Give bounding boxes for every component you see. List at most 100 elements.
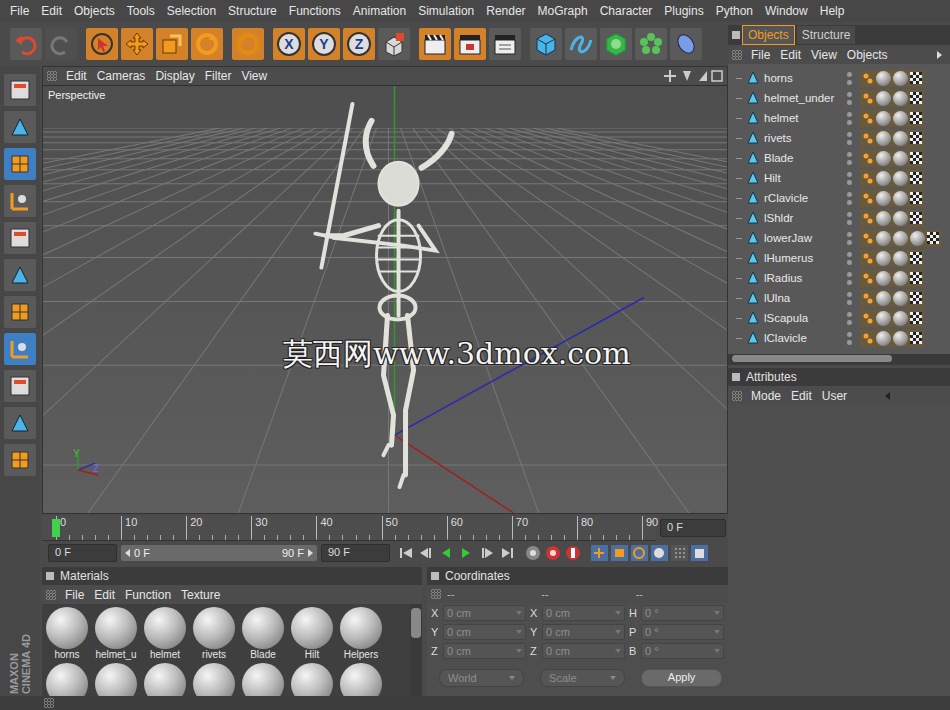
object-row[interactable]: lUlna — [728, 288, 950, 308]
array-icon[interactable] — [635, 28, 667, 60]
attributes-menu-item[interactable]: Mode — [746, 389, 786, 403]
phong-tag-icon[interactable] — [862, 171, 874, 185]
material-swatch[interactable]: helmet_u — [93, 607, 139, 660]
object-row[interactable]: lowerJaw — [728, 228, 950, 248]
materials-menu-item[interactable]: Texture — [176, 588, 225, 602]
grip-icon[interactable] — [431, 589, 441, 599]
material-tag-icon[interactable] — [893, 251, 908, 266]
object-row[interactable]: lRadius — [728, 268, 950, 288]
panel-tab[interactable]: Structure — [797, 26, 856, 44]
material-swatch[interactable]: Blade — [240, 607, 286, 660]
material-swatch[interactable] — [191, 663, 237, 696]
object-row[interactable]: lScapula — [728, 308, 950, 328]
mode-tool-icon[interactable] — [4, 74, 36, 106]
end-frame-field[interactable]: 90 F — [321, 544, 390, 562]
mode-tool-icon[interactable] — [4, 259, 36, 291]
material-swatch[interactable]: Helpers — [338, 607, 384, 660]
coordinate-field[interactable]: 0 cm — [443, 605, 526, 621]
menu-item[interactable]: Plugins — [658, 4, 709, 18]
render-view-icon[interactable] — [419, 28, 451, 60]
material-swatch[interactable] — [338, 663, 384, 696]
panel-tab[interactable]: Objects — [742, 25, 795, 45]
viewport-menu-item[interactable]: Display — [150, 69, 199, 83]
phong-tag-icon[interactable] — [862, 71, 874, 85]
3d-viewport[interactable]: Perspective Y Z 莫西网www.3dmox.com — [43, 85, 727, 513]
material-swatch[interactable] — [93, 663, 139, 696]
axis-lock-button[interactable]: Y — [308, 28, 340, 60]
mode-tool-icon[interactable] — [4, 407, 36, 439]
coordinate-system-icon[interactable] — [378, 28, 410, 60]
spline-icon[interactable] — [565, 28, 597, 60]
uv-tag-icon[interactable] — [910, 152, 922, 164]
visibility-dots-icon[interactable] — [842, 92, 856, 105]
menu-item[interactable]: Animation — [347, 4, 412, 18]
record-buttons-icon[interactable] — [524, 544, 584, 562]
visibility-dots-icon[interactable] — [842, 152, 856, 165]
material-tag-icon[interactable] — [910, 231, 925, 246]
phong-tag-icon[interactable] — [862, 91, 874, 105]
visibility-dots-icon[interactable] — [842, 192, 856, 205]
menu-item[interactable]: Python — [710, 4, 759, 18]
mode-tool-icon[interactable] — [4, 185, 36, 217]
attributes-menu-item[interactable]: Edit — [786, 389, 817, 403]
live-rotate-icon[interactable] — [232, 28, 264, 60]
mode-dropdown[interactable]: World — [439, 669, 524, 687]
uv-tag-icon[interactable] — [910, 132, 922, 144]
mode-tool-icon[interactable] — [4, 333, 36, 365]
scale-icon[interactable] — [156, 28, 188, 60]
preview-range-slider[interactable]: 0 F 90 F — [121, 545, 317, 561]
coordinate-field[interactable]: 0 cm — [443, 624, 526, 640]
materials-menu-item[interactable]: Edit — [89, 588, 120, 602]
uv-tag-icon[interactable] — [927, 232, 939, 244]
material-tag-icon[interactable] — [876, 211, 891, 226]
visibility-dots-icon[interactable] — [842, 132, 856, 145]
uv-tag-icon[interactable] — [910, 332, 922, 344]
select-icon[interactable] — [86, 28, 118, 60]
object-row[interactable]: helmet — [728, 108, 950, 128]
current-frame-field[interactable]: 0 F — [660, 519, 726, 537]
material-tag-icon[interactable] — [893, 331, 908, 346]
material-swatch[interactable] — [289, 663, 335, 696]
uv-tag-icon[interactable] — [910, 172, 922, 184]
viewport-menu-item[interactable]: View — [236, 69, 272, 83]
playhead[interactable] — [52, 519, 60, 537]
object-row[interactable]: rClavicle — [728, 188, 950, 208]
visibility-dots-icon[interactable] — [842, 112, 856, 125]
objects-menu-item[interactable]: View — [806, 48, 842, 62]
material-swatch[interactable] — [240, 663, 286, 696]
visibility-dots-icon[interactable] — [842, 252, 856, 265]
visibility-dots-icon[interactable] — [842, 312, 856, 325]
material-tag-icon[interactable] — [893, 171, 908, 186]
menu-item[interactable]: Render — [480, 4, 531, 18]
phong-tag-icon[interactable] — [862, 231, 874, 245]
coordinate-field[interactable]: 0 cm — [443, 643, 526, 659]
grip-icon[interactable] — [46, 590, 56, 600]
grip-icon[interactable] — [732, 391, 742, 401]
uv-tag-icon[interactable] — [910, 272, 922, 284]
object-row[interactable]: lHumerus — [728, 248, 950, 268]
materials-menu-item[interactable]: Function — [120, 588, 176, 602]
phong-tag-icon[interactable] — [862, 331, 874, 345]
material-tag-icon[interactable] — [876, 131, 891, 146]
visibility-dots-icon[interactable] — [842, 72, 856, 85]
scrollbar[interactable] — [410, 604, 422, 696]
deformer-icon[interactable] — [670, 28, 702, 60]
material-tag-icon[interactable] — [876, 191, 891, 206]
objects-menu-item[interactable]: Edit — [775, 48, 806, 62]
menu-item[interactable]: Window — [759, 4, 814, 18]
menu-item[interactable]: File — [4, 4, 35, 18]
material-swatch[interactable]: horns — [44, 607, 90, 660]
attributes-menu-item[interactable]: User — [817, 389, 852, 403]
apply-button[interactable]: Apply — [641, 669, 722, 687]
menu-item[interactable]: Selection — [161, 4, 222, 18]
cube-icon[interactable] — [530, 28, 562, 60]
phong-tag-icon[interactable] — [862, 311, 874, 325]
viewport-menu-item[interactable]: Filter — [200, 69, 237, 83]
object-row[interactable]: Blade — [728, 148, 950, 168]
visibility-dots-icon[interactable] — [842, 272, 856, 285]
menu-item[interactable]: Character — [594, 4, 659, 18]
phong-tag-icon[interactable] — [862, 291, 874, 305]
object-row[interactable]: rivets — [728, 128, 950, 148]
material-tag-icon[interactable] — [893, 311, 908, 326]
material-tag-icon[interactable] — [876, 271, 891, 286]
